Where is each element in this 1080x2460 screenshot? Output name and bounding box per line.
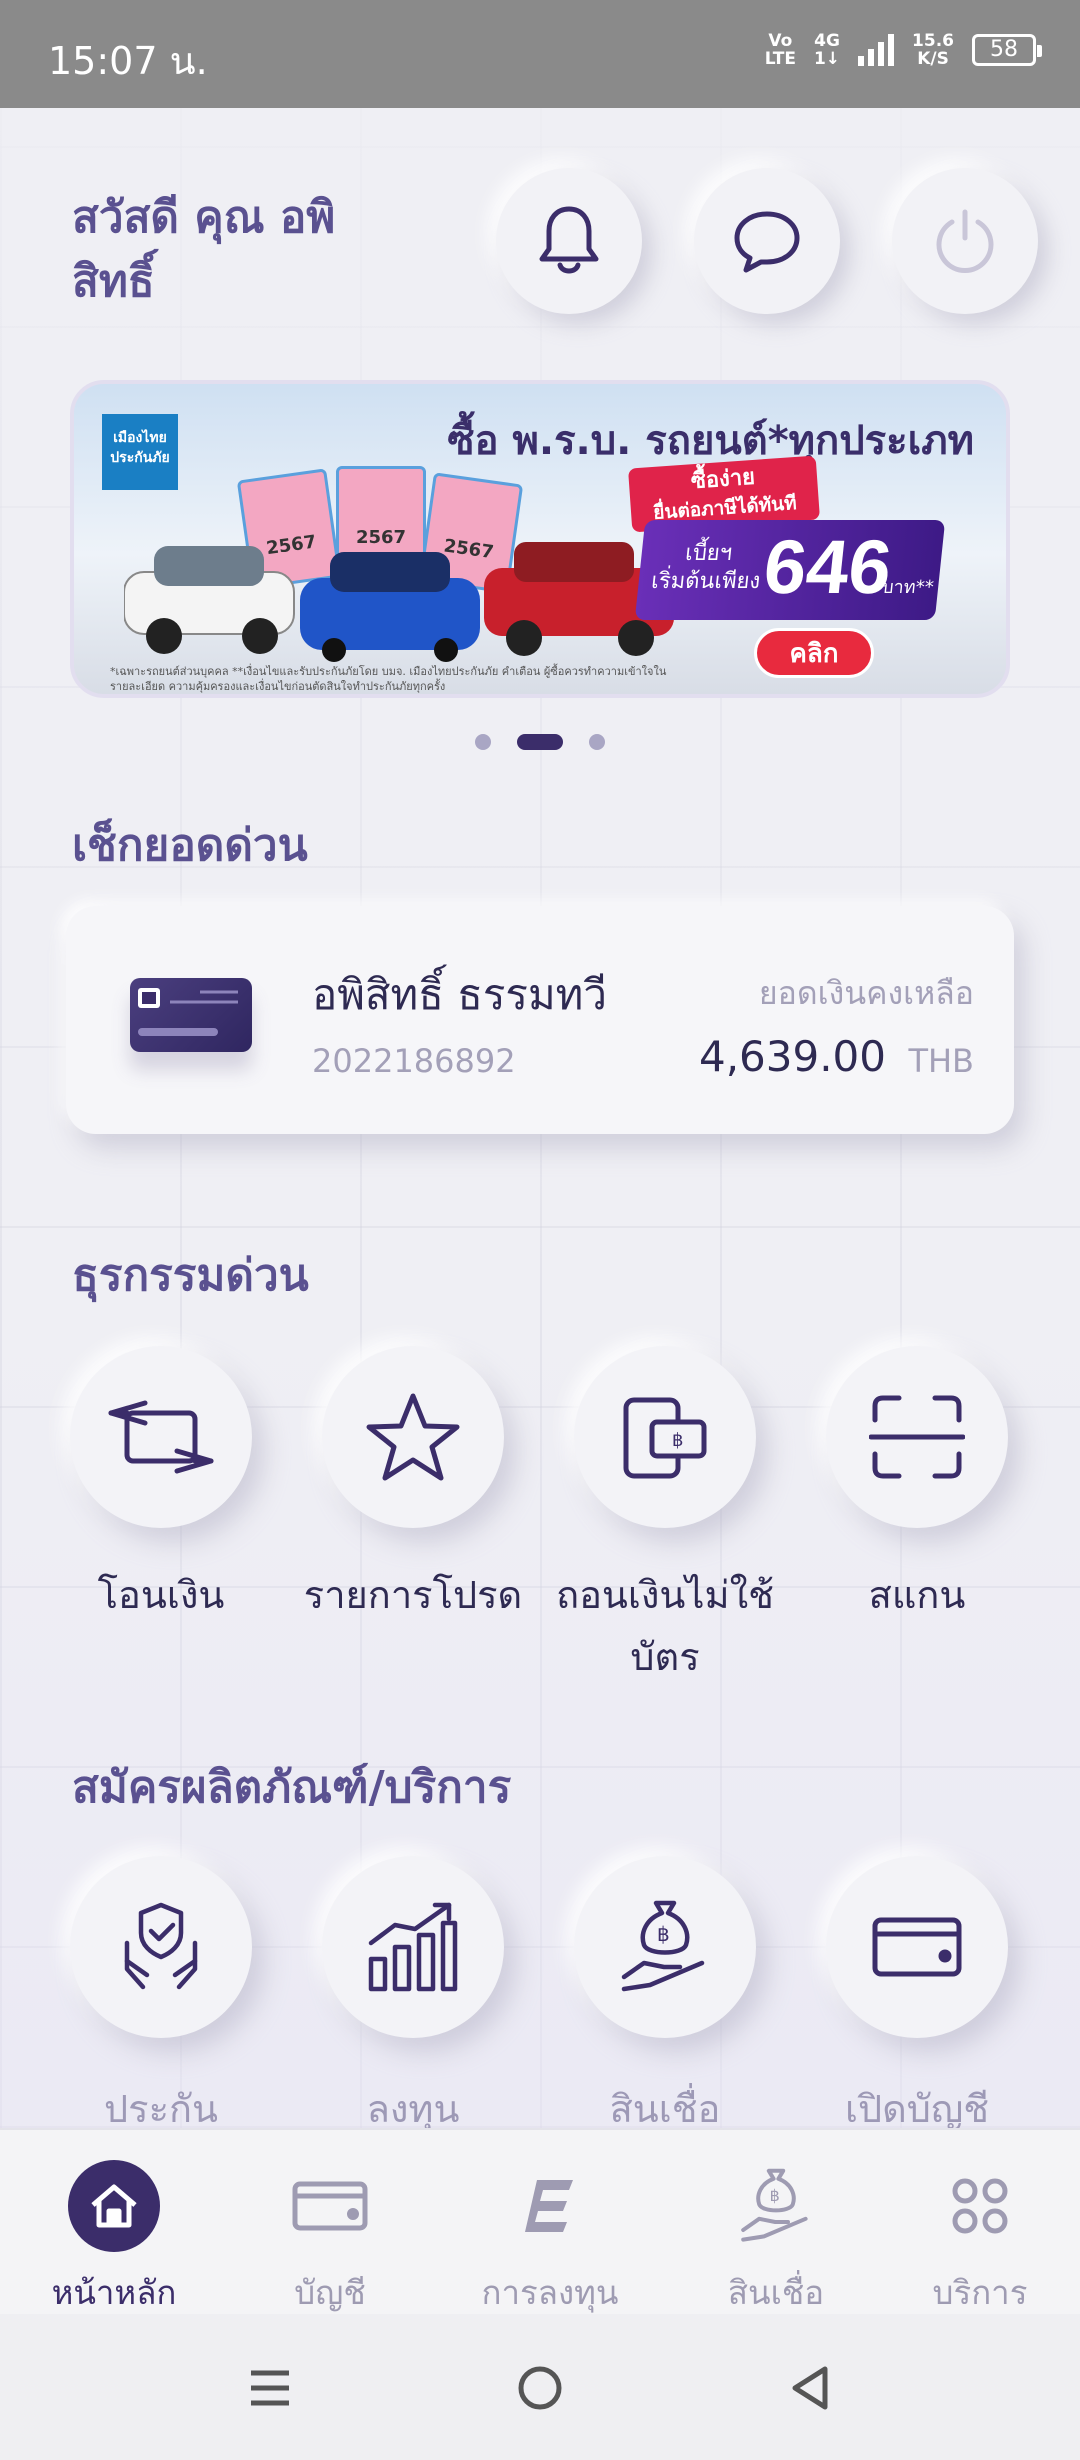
notification-button[interactable] (496, 168, 642, 314)
transfer-icon (108, 1400, 214, 1474)
investment-button[interactable] (322, 1856, 504, 2038)
scan-label: สแกน (868, 1573, 966, 1617)
investment-e-icon (525, 2180, 573, 2232)
loan-icon: ฿ (621, 1900, 705, 1992)
home-system-button[interactable] (512, 2360, 568, 2416)
transfer-label: โอนเงิน (97, 1573, 225, 1617)
banner-price-tag: เบี้ยฯ เริ่มต้นเพียง 646 บาท** (634, 520, 946, 620)
system-navigation-bar (0, 2314, 1080, 2460)
network-speed: 15.6 K/S (912, 31, 954, 69)
nav-item-home[interactable]: หน้าหลัก (14, 2160, 214, 2319)
insurer-logo: เมืองไทย ประกันภัย (102, 414, 178, 490)
svg-text:฿: ฿ (770, 2186, 780, 2205)
recent-apps-button[interactable] (242, 2360, 298, 2416)
favorites-button[interactable] (322, 1346, 504, 1528)
cars-illustration (124, 542, 674, 662)
back-system-button[interactable] (782, 2360, 838, 2416)
logout-button[interactable] (892, 168, 1038, 314)
services-grid-icon (952, 2178, 1008, 2234)
pagination-dot[interactable] (589, 734, 605, 750)
favorites-label: รายการโปรด (303, 1573, 523, 1617)
power-icon (936, 209, 994, 273)
scan-icon (869, 1395, 965, 1479)
nav-item-services[interactable]: บริการ (880, 2160, 1080, 2319)
account-name: อพิสิทธิ์ ธรรมทวี (312, 970, 607, 1019)
cardless-withdraw-button[interactable]: ฿ (574, 1346, 756, 1528)
insurance-icon (124, 1902, 198, 1990)
circle-home-icon (518, 2366, 562, 2410)
open-account-icon (872, 1917, 962, 1977)
balance-currency: THB (908, 1042, 974, 1080)
bank-card-icon (130, 978, 252, 1052)
chat-bubble-icon (734, 211, 800, 273)
insurance-button[interactable] (70, 1856, 252, 2038)
banner-price: 646 (759, 525, 896, 610)
status-time: 15:07 น. (48, 39, 208, 83)
status-indicators: Vo LTE 4G 1↓ 15.6 K/S 58 (764, 31, 1042, 69)
balance-label: ยอดเงินคงเหลือ (758, 974, 974, 1012)
bell-icon (539, 206, 599, 274)
transfer-button[interactable] (70, 1346, 252, 1528)
volte-indicator: Vo LTE (764, 31, 796, 69)
balance-card[interactable]: อพิสิทธิ์ ธรรมทวี 2022186892 ยอดเงินคงเห… (66, 906, 1014, 1134)
home-icon (68, 2160, 160, 2252)
balance-amount: 4,639.00 (698, 1032, 886, 1081)
bottom-navigation: หน้าหลัก บัญชี การลงทุน ฿ สินเชื่อ บริกา… (0, 2128, 1080, 2314)
banner-fine-print: *เฉพาะรถยนต์ส่วนบุคคล **เงื่อนไขและรับปร… (110, 665, 667, 693)
nav-item-investment[interactable]: การลงทุน (450, 2160, 650, 2319)
loan-button[interactable]: ฿ (574, 1856, 756, 2038)
promo-banner[interactable]: เมืองไทย ประกันภัย ซื้อ พ.ร.บ. รถยนต์*ทุ… (70, 380, 1010, 698)
balance-section-title: เช็กยอดด่วน (72, 820, 308, 871)
investment-chart-icon (368, 1902, 458, 1992)
nav-item-accounts[interactable]: บัญชี (230, 2160, 430, 2319)
network-type-indicator: 4G 1↓ (813, 31, 841, 69)
svg-text:฿: ฿ (672, 1430, 683, 1451)
loan-icon: ฿ (741, 2168, 808, 2242)
signal-strength-icon (858, 34, 895, 66)
banner-cta-button[interactable]: คลิก (754, 628, 874, 678)
cardless-withdraw-label: ถอนเงินไม่ใช้บัตร (556, 1573, 774, 1679)
scan-button[interactable] (826, 1346, 1008, 1528)
star-icon (366, 1393, 460, 1481)
pagination-dot[interactable] (475, 734, 491, 750)
banner-pagination (0, 734, 1080, 750)
chat-button[interactable] (694, 168, 840, 314)
back-triangle-icon (792, 2366, 828, 2410)
nav-item-loan[interactable]: ฿ สินเชื่อ (676, 2160, 876, 2319)
banner-price-unit: บาท** (881, 577, 935, 598)
menu-lines-icon (251, 2370, 289, 2406)
pagination-dot-active[interactable] (517, 734, 563, 750)
status-bar: 15:07 น. Vo LTE 4G 1↓ 15.6 K/S 58 (0, 0, 1080, 108)
account-number: 2022186892 (312, 1042, 516, 1080)
quick-actions-title: ธุรกรรมด่วน (72, 1250, 309, 1301)
greeting-text: สวัสดี คุณ อพิสิทธิ์ (72, 192, 336, 307)
account-card-icon (292, 2181, 368, 2231)
cardless-withdraw-icon: ฿ (623, 1397, 707, 1479)
open-account-button[interactable] (826, 1856, 1008, 2038)
battery-icon: 58 (972, 34, 1042, 66)
products-section-title: สมัครผลิตภัณฑ์/บริการ (72, 1762, 512, 1813)
svg-text:฿: ฿ (657, 1922, 670, 1946)
